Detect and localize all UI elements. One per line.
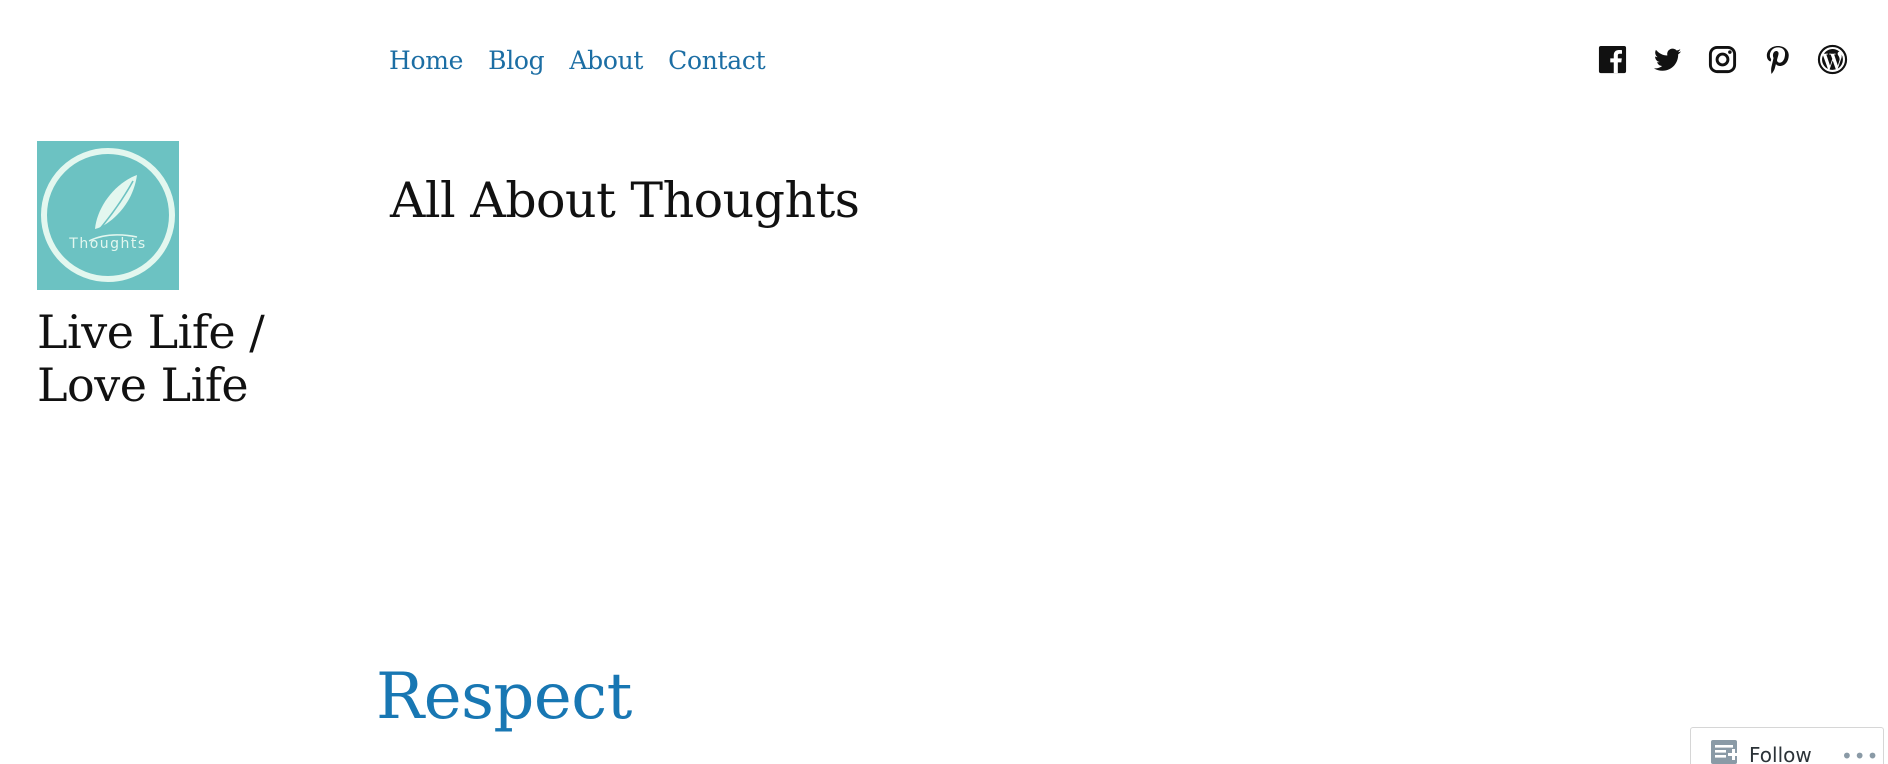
- wordpress-icon[interactable]: [1817, 44, 1848, 75]
- nav-item-home[interactable]: Home: [389, 46, 463, 75]
- site-logo[interactable]: Thoughts: [37, 141, 179, 290]
- post-title-link[interactable]: Respect: [376, 660, 632, 734]
- more-options-icon[interactable]: •••: [1841, 744, 1879, 764]
- nav-item-contact[interactable]: Contact: [668, 46, 765, 75]
- social-links: [1597, 44, 1848, 75]
- site-title[interactable]: Live Life / Love Life: [37, 305, 265, 412]
- page-heading: All About Thoughts: [390, 172, 860, 229]
- nav-item-about[interactable]: About: [569, 46, 643, 75]
- instagram-icon[interactable]: [1707, 44, 1738, 75]
- site-title-line-1: Live Life /: [37, 305, 265, 359]
- reader-icon: [1711, 740, 1739, 764]
- pinterest-icon[interactable]: [1762, 44, 1793, 75]
- facebook-icon[interactable]: [1597, 44, 1628, 75]
- follow-widget: Follow •••: [1690, 727, 1884, 764]
- site-title-line-2: Love Life: [37, 358, 249, 412]
- logo-text: Thoughts: [68, 236, 146, 252]
- twitter-icon[interactable]: [1652, 44, 1683, 75]
- nav-item-blog[interactable]: Blog: [488, 46, 545, 75]
- follow-button[interactable]: Follow: [1749, 743, 1812, 764]
- main-navigation: Home Blog About Contact: [389, 46, 766, 75]
